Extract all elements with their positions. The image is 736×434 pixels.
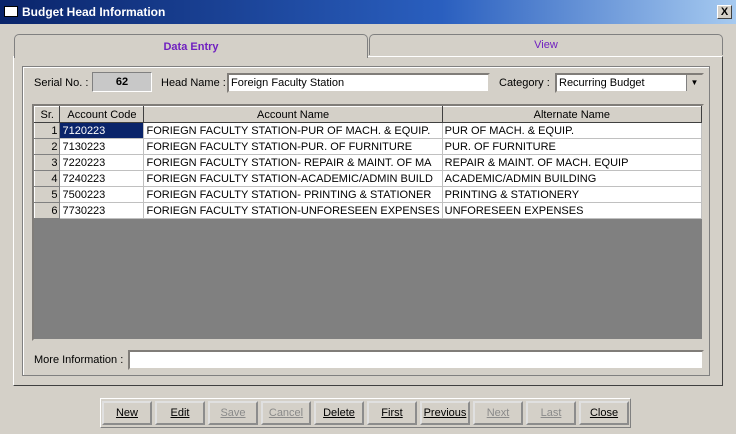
table-row[interactable]: 4 7240223 FORIEGN FACULTY STATION-ACADEM… [34, 170, 702, 187]
more-information-label: More Information : [34, 354, 124, 366]
more-information-input[interactable] [128, 350, 704, 370]
account-name-cell[interactable]: FORIEGN FACULTY STATION-PUR OF MACH. & E… [143, 122, 443, 139]
account-name-cell[interactable]: FORIEGN FACULTY STATION-ACADEMIC/ADMIN B… [143, 170, 443, 187]
account-grid[interactable]: Sr. Account Code Account Name Alternate … [32, 104, 704, 341]
account-code-cell[interactable]: 7220223 [59, 154, 145, 171]
account-code-cell[interactable]: 7130223 [59, 138, 145, 155]
column-header-alternate-name[interactable]: Alternate Name [441, 106, 702, 123]
account-code-cell[interactable]: 7120223 [59, 122, 145, 139]
delete-button[interactable]: Delete [314, 401, 364, 425]
table-row[interactable]: 2 7130223 FORIEGN FACULTY STATION-PUR. O… [34, 138, 702, 155]
column-header-account-name[interactable]: Account Name [143, 106, 443, 123]
head-name-label: Head Name : [161, 77, 226, 89]
row-number: 3 [34, 154, 61, 171]
column-header-account-code[interactable]: Account Code [59, 106, 145, 123]
first-button[interactable]: First [367, 401, 417, 425]
table-row[interactable]: 5 7500223 FORIEGN FACULTY STATION- PRINT… [34, 186, 702, 203]
alternate-name-cell[interactable]: PUR OF MACH. & EQUIP. [441, 122, 702, 139]
table-row[interactable]: 3 7220223 FORIEGN FACULTY STATION- REPAI… [34, 154, 702, 171]
alternate-name-cell[interactable]: ACADEMIC/ADMIN BUILDING [441, 170, 702, 187]
account-name-cell[interactable]: FORIEGN FACULTY STATION-UNFORESEEN EXPEN… [143, 202, 443, 219]
row-number: 5 [34, 186, 61, 203]
account-name-cell[interactable]: FORIEGN FACULTY STATION- PRINTING & STAT… [143, 186, 443, 203]
alternate-name-cell[interactable]: PRINTING & STATIONERY [441, 186, 702, 203]
category-label: Category : [499, 77, 550, 89]
window-title: Budget Head Information [22, 5, 166, 19]
alternate-name-cell[interactable]: UNFORESEEN EXPENSES [441, 202, 702, 219]
category-value: Recurring Budget [559, 77, 645, 89]
tab-view[interactable]: View [369, 34, 723, 55]
alternate-name-cell[interactable]: PUR. OF FURNITURE [441, 138, 702, 155]
title-bar: Budget Head Information X [0, 0, 736, 24]
category-select[interactable]: Recurring Budget ▼ [555, 73, 704, 93]
close-window-button[interactable]: X [717, 5, 732, 19]
row-number: 2 [34, 138, 61, 155]
account-code-cell[interactable]: 7500223 [59, 186, 145, 203]
table-row[interactable]: 6 7730223 FORIEGN FACULTY STATION-UNFORE… [34, 202, 702, 219]
window-icon [4, 6, 18, 17]
account-code-cell[interactable]: 7730223 [59, 202, 145, 219]
close-button[interactable]: Close [579, 401, 629, 425]
cancel-button[interactable]: Cancel [261, 401, 311, 425]
new-button[interactable]: New [102, 401, 152, 425]
serial-label: Serial No. : [34, 77, 89, 89]
save-button[interactable]: Save [208, 401, 258, 425]
row-number: 6 [34, 202, 61, 219]
account-name-cell[interactable]: FORIEGN FACULTY STATION- REPAIR & MAINT.… [143, 154, 443, 171]
row-number: 4 [34, 170, 61, 187]
last-button[interactable]: Last [526, 401, 576, 425]
serial-number: 62 [92, 72, 152, 92]
row-number: 1 [34, 122, 61, 139]
account-code-cell[interactable]: 7240223 [59, 170, 145, 187]
edit-button[interactable]: Edit [155, 401, 205, 425]
next-button[interactable]: Next [473, 401, 523, 425]
table-row[interactable]: 1 7120223 FORIEGN FACULTY STATION-PUR OF… [34, 122, 702, 139]
account-table: Sr. Account Code Account Name Alternate … [34, 106, 702, 219]
tab-data-entry[interactable]: Data Entry [14, 34, 368, 58]
alternate-name-cell[interactable]: REPAIR & MAINT. OF MACH. EQUIP [441, 154, 702, 171]
column-header-sr[interactable]: Sr. [34, 106, 61, 123]
account-name-cell[interactable]: FORIEGN FACULTY STATION-PUR. OF FURNITUR… [143, 138, 443, 155]
previous-button[interactable]: Previous [420, 401, 470, 425]
head-name-input[interactable]: Foreign Faculty Station [227, 73, 490, 93]
chevron-down-icon[interactable]: ▼ [686, 75, 702, 91]
